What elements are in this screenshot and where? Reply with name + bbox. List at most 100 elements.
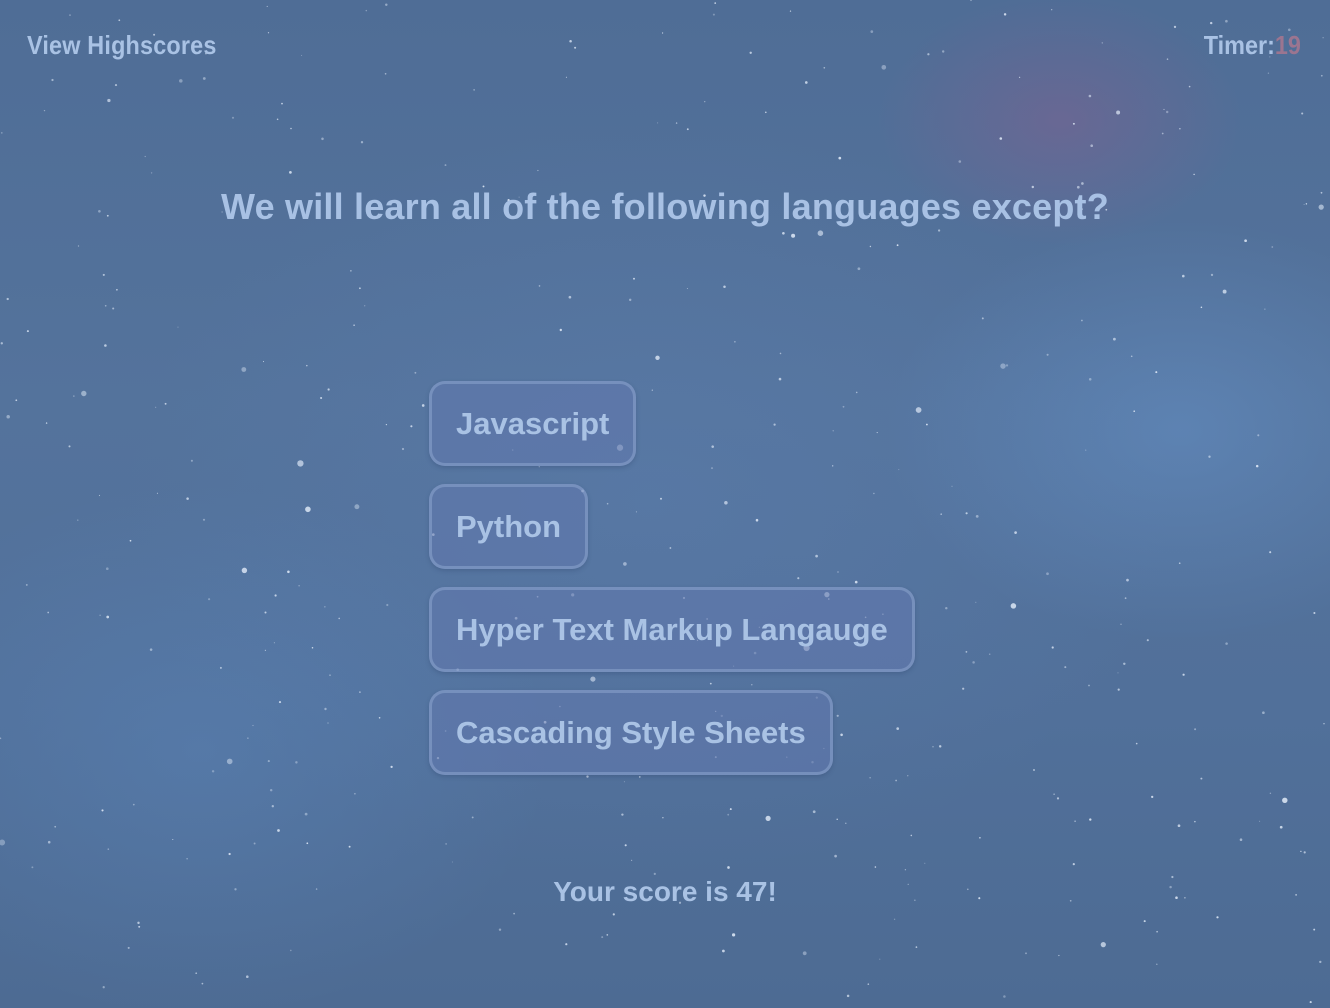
star <box>247 737 249 739</box>
star <box>1080 319 1083 322</box>
star <box>1262 711 1265 715</box>
star <box>1088 684 1090 687</box>
star <box>1208 455 1211 458</box>
star <box>305 506 311 513</box>
star <box>817 230 824 236</box>
star <box>378 717 381 719</box>
star <box>846 994 850 998</box>
star <box>727 813 730 816</box>
star <box>962 687 965 690</box>
star <box>385 423 388 426</box>
star <box>1058 954 1060 957</box>
star <box>138 925 141 928</box>
star <box>264 611 267 614</box>
star <box>1051 646 1054 649</box>
star <box>0 737 2 740</box>
choice-button-html[interactable]: Hyper Text Markup Langauge <box>429 587 915 672</box>
star <box>114 84 118 87</box>
star <box>869 777 871 779</box>
star <box>1163 108 1165 110</box>
star <box>1182 673 1185 676</box>
choice-button-css[interactable]: Cascading Style Sheets <box>429 690 833 775</box>
star <box>988 653 991 655</box>
star <box>384 72 387 75</box>
star <box>410 425 413 428</box>
star <box>1072 122 1075 125</box>
star <box>662 816 664 819</box>
star <box>1194 728 1197 731</box>
star <box>633 277 635 280</box>
star <box>211 770 215 773</box>
star <box>1309 1001 1312 1004</box>
star <box>253 842 256 845</box>
star <box>365 9 368 12</box>
star <box>31 866 34 869</box>
star <box>1282 797 1288 804</box>
star <box>1255 464 1259 468</box>
star <box>874 866 877 868</box>
star <box>1319 960 1322 964</box>
star <box>267 760 270 763</box>
star <box>538 285 541 287</box>
star <box>1003 13 1007 16</box>
timer-value: 19 <box>1274 30 1301 60</box>
star <box>1193 173 1195 176</box>
star <box>202 77 206 80</box>
star <box>565 76 567 78</box>
star <box>105 567 109 571</box>
star <box>601 936 604 939</box>
star <box>129 539 132 542</box>
star <box>970 0 972 2</box>
star <box>1088 378 1092 381</box>
star <box>149 648 153 651</box>
star <box>1165 110 1169 114</box>
star <box>324 707 327 711</box>
star <box>1179 128 1181 130</box>
star <box>68 445 71 448</box>
star <box>421 404 425 407</box>
star <box>1126 578 1129 582</box>
star <box>1074 820 1076 823</box>
star <box>277 829 280 832</box>
star <box>1117 688 1120 691</box>
star <box>1225 19 1228 23</box>
star <box>262 361 265 363</box>
star <box>729 808 732 811</box>
star <box>1166 58 1169 60</box>
star <box>1053 793 1055 795</box>
star <box>881 64 887 70</box>
star <box>241 567 248 574</box>
star <box>43 109 46 112</box>
star <box>1005 364 1009 367</box>
star <box>81 390 87 397</box>
star <box>870 30 874 33</box>
star <box>47 840 51 844</box>
star <box>1025 952 1027 955</box>
star <box>0 132 3 134</box>
star <box>722 949 725 953</box>
star <box>179 79 183 83</box>
star <box>675 122 678 124</box>
star <box>574 46 577 49</box>
star <box>177 326 179 328</box>
star <box>623 781 625 783</box>
star <box>1161 132 1164 135</box>
star <box>895 779 897 782</box>
star <box>186 497 189 500</box>
star <box>812 810 816 814</box>
star <box>1177 824 1181 828</box>
star <box>904 869 907 871</box>
star <box>1269 551 1272 554</box>
star <box>1313 611 1316 615</box>
star <box>306 364 308 367</box>
star <box>329 674 331 676</box>
star <box>1018 76 1021 78</box>
star <box>324 606 326 608</box>
choice-button-python[interactable]: Python <box>429 484 589 569</box>
view-highscores-link[interactable]: View Highscores <box>27 30 217 61</box>
star <box>26 330 29 333</box>
star <box>320 396 323 400</box>
star <box>981 317 984 320</box>
star <box>655 355 660 361</box>
choice-button-javascript[interactable]: Javascript <box>429 381 637 466</box>
